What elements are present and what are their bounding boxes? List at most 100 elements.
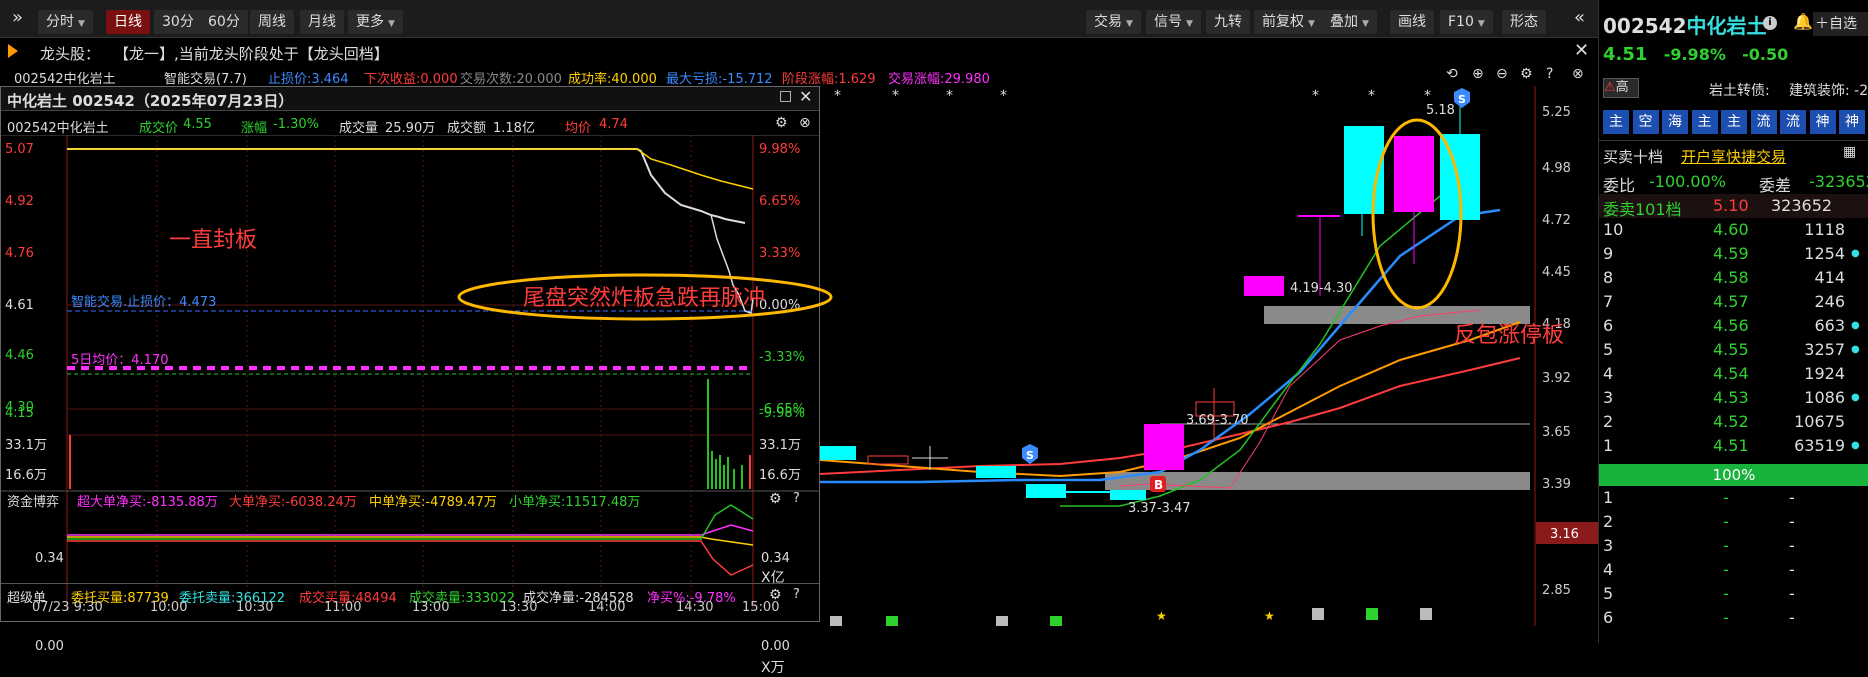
order-book-row[interactable]: 6 - - <box>1599 608 1868 632</box>
event-marker-icon <box>1420 608 1432 620</box>
kline-chart[interactable]: 5.254.984.724.454.183.923.653.393.122.85… <box>820 86 1600 643</box>
candle <box>976 466 1016 478</box>
tag-chip[interactable]: 主 <box>1721 110 1747 134</box>
intraday-popup[interactable]: 中化岩土 002542（2025年07月23日） □ ✕ 002542中化岩土 … <box>0 86 833 676</box>
sell-level-row[interactable]: 委卖101档 5.10 323652 <box>1599 194 1868 219</box>
tab-6[interactable]: 更多 ▼ <box>348 10 403 34</box>
concept-2[interactable]: 建筑装饰: -2. <box>1789 80 1868 100</box>
close-chart-icon[interactable]: ⊗ <box>1572 66 1584 82</box>
concept-1[interactable]: 岩土转债: <box>1709 80 1770 100</box>
toolbar-button-7[interactable]: 形态 <box>1502 10 1546 34</box>
tag-chip[interactable]: 流 <box>1750 110 1777 134</box>
tag-chip[interactable]: 流 <box>1780 110 1806 134</box>
order-book-row[interactable]: 2 - - <box>1599 512 1868 536</box>
order-book-row[interactable]: 1 4.51 63519 ● <box>1599 436 1868 460</box>
toolbar-button-label: 九转 <box>1214 14 1242 30</box>
event-star-icon: ★ <box>1156 609 1167 623</box>
order-book-row[interactable]: 4 - - <box>1599 560 1868 584</box>
event-marker-icon <box>1366 608 1378 620</box>
bell-icon[interactable]: 🔔 <box>1793 12 1813 31</box>
order-book-row[interactable]: 8 4.58 414 <box>1599 268 1868 292</box>
order-book-row[interactable]: 2 4.52 10675 <box>1599 412 1868 436</box>
level-volume: 63519 <box>1794 436 1845 455</box>
order-book-row[interactable]: 5 4.55 3257 ● <box>1599 340 1868 364</box>
tab-2[interactable]: 30分 <box>154 10 202 34</box>
order-book-row[interactable]: 3 - - <box>1599 536 1868 560</box>
high-badge[interactable]: ⚠高 <box>1603 78 1639 98</box>
grid-icon[interactable]: ▦ <box>1843 144 1856 160</box>
info-vol-label: 成交量 <box>339 121 379 136</box>
settings-icon[interactable]: ⚙ <box>1520 66 1533 82</box>
star-marker: * <box>946 88 953 104</box>
smart-stop-label: 智能交易.止损价：4.473 <box>71 294 216 310</box>
order-book-row[interactable]: 9 4.59 1254 ● <box>1599 244 1868 268</box>
kline-y-tick: 2.85 <box>1542 583 1571 598</box>
tag-chip[interactable]: 主 <box>1691 110 1718 134</box>
price-label-337: 3.37-3.47 <box>1128 501 1191 516</box>
tab-1[interactable]: 日线 <box>106 10 150 34</box>
close-banner-icon[interactable]: ✕ <box>1574 40 1589 61</box>
help-icon[interactable]: ? <box>1546 66 1553 82</box>
volume-bar <box>727 457 729 489</box>
level-volume: - <box>1789 512 1795 531</box>
close-panel-icon[interactable]: ⊗ <box>799 115 811 131</box>
close-popup-icon[interactable]: ✕ <box>799 87 812 106</box>
settings-icon[interactable]: ⚙ <box>769 491 782 507</box>
level-volume: - <box>1789 608 1795 627</box>
tab-5[interactable]: 月线 <box>300 10 344 34</box>
support-zone <box>1105 472 1530 490</box>
maximize-icon[interactable]: □ <box>779 88 792 104</box>
strip-stop: 止损价:3.464 <box>268 72 349 87</box>
order-book-row[interactable]: 4 4.54 1924 <box>1599 364 1868 388</box>
intraday-left-tick: 4.92 <box>5 194 34 209</box>
time-tick: 15:00 <box>742 600 780 615</box>
toolbar-button-2[interactable]: 九转 <box>1206 10 1250 34</box>
tag-chip[interactable]: 空 <box>1632 110 1659 134</box>
toolbar-button-3[interactable]: 前复权 ▼ <box>1254 10 1323 34</box>
order-book-row[interactable]: 10 4.60 1118 <box>1599 220 1868 244</box>
toolbar-button-4[interactable]: 叠加 ▼ <box>1322 10 1377 34</box>
tag-chip[interactable]: 主 <box>1603 110 1629 134</box>
toolbar-button-0[interactable]: 交易 ▼ <box>1086 10 1141 34</box>
order-book-row[interactable]: 3 4.53 1086 ● <box>1599 388 1868 412</box>
order-book-row[interactable]: 5 - - <box>1599 584 1868 608</box>
toolbar-button-5[interactable]: 画线 <box>1390 10 1434 34</box>
fund-mid: 中单净买:-4789.47万 <box>369 495 497 510</box>
order-book-row[interactable]: 7 4.57 246 <box>1599 292 1868 316</box>
toolbar-button-label: 形态 <box>1510 14 1538 30</box>
collapse-left-icon[interactable]: » <box>4 6 31 30</box>
tab-4[interactable]: 周线 <box>250 10 294 34</box>
toolbar-button-1[interactable]: 信号 ▼ <box>1146 10 1201 34</box>
price-label-518: 5.18 <box>1426 103 1455 118</box>
sell-level-label: 委卖101档 <box>1603 200 1682 219</box>
add-watchlist-button[interactable]: ＋自选 <box>1813 12 1868 36</box>
info-pct: -1.30% <box>273 117 319 132</box>
collapse-right-icon[interactable]: « <box>1566 6 1593 30</box>
level-price: - <box>1723 512 1729 531</box>
star-marker: * <box>892 88 899 104</box>
info-amt: 1.18亿 <box>493 121 535 136</box>
level-volume: 1254 <box>1804 244 1845 263</box>
toolbar-button-6[interactable]: F10 ▼ <box>1440 10 1493 34</box>
help-icon[interactable]: ? <box>793 491 800 506</box>
zoom-in-icon[interactable]: ⊕ <box>1472 66 1484 82</box>
level-number: 5 <box>1603 584 1614 603</box>
quote-code: 002542 <box>1603 14 1687 38</box>
order-book-row[interactable]: 1 - - <box>1599 488 1868 512</box>
order-book-row[interactable]: 6 4.56 663 ● <box>1599 316 1868 340</box>
tab-0[interactable]: 分时 ▼ <box>38 10 93 34</box>
quick-trade-link[interactable]: 开户享快捷交易 <box>1681 146 1786 167</box>
tab-label: 日线 <box>114 14 142 30</box>
intraday-chart[interactable]: 5.074.924.764.614.464.304.1533.1万16.6万 9… <box>1 135 819 623</box>
info-icon[interactable]: i <box>1763 16 1777 30</box>
zoom-out-icon[interactable]: ⊖ <box>1496 66 1508 82</box>
tab-3[interactable]: 60分 <box>200 10 248 34</box>
tag-chip[interactable]: 海 <box>1662 110 1688 134</box>
settings-icon[interactable]: ⚙ <box>775 115 788 131</box>
popup-titlebar[interactable]: 中化岩土 002542（2025年07月23日） □ ✕ <box>1 87 819 111</box>
weicha-label: 委差 <box>1759 176 1792 195</box>
tag-chip[interactable]: 神 <box>1839 110 1865 134</box>
info-pct-label: 涨幅 <box>241 121 268 136</box>
refresh-icon[interactable]: ⟲ <box>1446 66 1458 82</box>
tag-chip[interactable]: 神 <box>1809 110 1836 134</box>
